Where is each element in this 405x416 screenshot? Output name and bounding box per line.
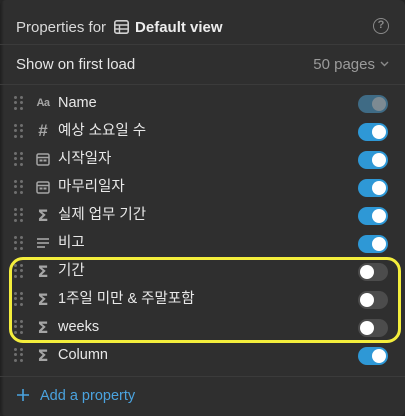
visibility-toggle[interactable] bbox=[358, 207, 388, 225]
property-name: weeks bbox=[58, 319, 100, 335]
property-row-weeks[interactable]: Σ weeks bbox=[0, 313, 405, 341]
drag-handle-icon[interactable] bbox=[14, 180, 24, 194]
drag-handle-icon[interactable] bbox=[14, 348, 24, 362]
first-load-label: Show on first load bbox=[16, 55, 136, 73]
formula-sigma-icon: Σ bbox=[37, 317, 49, 337]
drag-handle-icon[interactable] bbox=[14, 208, 24, 222]
add-property-button[interactable]: Add a property bbox=[16, 385, 135, 407]
first-load-row[interactable]: Show on first load 50 pages bbox=[16, 52, 389, 76]
formula-sigma-icon: Σ bbox=[37, 289, 49, 309]
visibility-toggle[interactable] bbox=[358, 263, 388, 281]
property-name: 마무리일자 bbox=[58, 179, 125, 195]
visibility-toggle[interactable] bbox=[358, 179, 388, 197]
drag-handle-icon[interactable] bbox=[14, 264, 24, 278]
text-lines-icon bbox=[34, 234, 52, 252]
first-load-select[interactable]: 50 pages bbox=[313, 56, 389, 73]
property-name: 예상 소요일 수 bbox=[58, 123, 147, 139]
property-name: 시작일자 bbox=[58, 151, 112, 167]
drag-handle-icon[interactable] bbox=[14, 152, 24, 166]
load-divider bbox=[0, 84, 405, 85]
formula-sigma-icon: Σ bbox=[37, 261, 49, 281]
visibility-toggle[interactable] bbox=[358, 123, 388, 141]
calendar-icon bbox=[34, 150, 52, 168]
chevron-down-icon bbox=[380, 59, 389, 70]
visibility-toggle[interactable] bbox=[358, 291, 388, 309]
property-name: Name bbox=[58, 95, 97, 111]
drag-handle-icon[interactable] bbox=[14, 320, 24, 334]
property-row-name[interactable]: Aa Name bbox=[0, 89, 405, 117]
visibility-toggle[interactable] bbox=[358, 319, 388, 337]
property-name: 1주일 미만 & 주말포함 bbox=[58, 291, 195, 307]
calendar-icon bbox=[34, 178, 52, 196]
property-name: Column bbox=[58, 347, 108, 363]
footer-divider bbox=[0, 376, 405, 377]
property-name: 비고 bbox=[58, 235, 85, 251]
properties-panel: Properties for Default view ? Show on fi… bbox=[0, 0, 405, 416]
header-prefix: Properties for bbox=[16, 18, 107, 36]
property-row-column[interactable]: Σ Column bbox=[0, 341, 405, 369]
property-row-notes[interactable]: 비고 bbox=[0, 229, 405, 257]
add-property-label: Add a property bbox=[40, 388, 136, 404]
drag-handle-icon[interactable] bbox=[14, 96, 24, 110]
plus-icon bbox=[16, 386, 30, 406]
property-row-under-one-week[interactable]: Σ 1주일 미만 & 주말포함 bbox=[0, 285, 405, 313]
drag-handle-icon[interactable] bbox=[14, 292, 24, 306]
property-list: Aa Name # 예상 소요일 수 시작일자 마무리일자 Σ 실제 업무 기간… bbox=[0, 89, 405, 369]
header-divider bbox=[0, 44, 405, 45]
property-name: 기간 bbox=[58, 263, 85, 279]
first-load-value: 50 pages bbox=[313, 55, 375, 73]
property-row-start-date[interactable]: 시작일자 bbox=[0, 145, 405, 173]
visibility-toggle[interactable] bbox=[358, 235, 388, 253]
visibility-toggle[interactable] bbox=[358, 347, 388, 365]
property-name: 실제 업무 기간 bbox=[58, 207, 147, 223]
formula-sigma-icon: Σ bbox=[37, 345, 49, 365]
property-row-actual-duration[interactable]: Σ 실제 업무 기간 bbox=[0, 201, 405, 229]
view-name[interactable]: Default view bbox=[135, 19, 223, 36]
question-circle-icon[interactable]: ? bbox=[373, 18, 389, 34]
drag-handle-icon[interactable] bbox=[14, 236, 24, 250]
formula-sigma-icon: Σ bbox=[37, 205, 49, 225]
help-glyph: ? bbox=[377, 19, 385, 31]
property-row-estimated-days[interactable]: # 예상 소요일 수 bbox=[0, 117, 405, 145]
table-icon bbox=[114, 20, 130, 34]
visibility-toggle[interactable] bbox=[358, 151, 388, 169]
property-row-end-date[interactable]: 마무리일자 bbox=[0, 173, 405, 201]
text-aa-icon: Aa bbox=[36, 97, 50, 109]
number-hash-icon: # bbox=[38, 121, 48, 140]
property-row-period[interactable]: Σ 기간 bbox=[0, 257, 405, 285]
drag-handle-icon[interactable] bbox=[14, 124, 24, 138]
visibility-toggle bbox=[358, 95, 388, 113]
panel-header: Properties for Default view bbox=[16, 14, 223, 40]
